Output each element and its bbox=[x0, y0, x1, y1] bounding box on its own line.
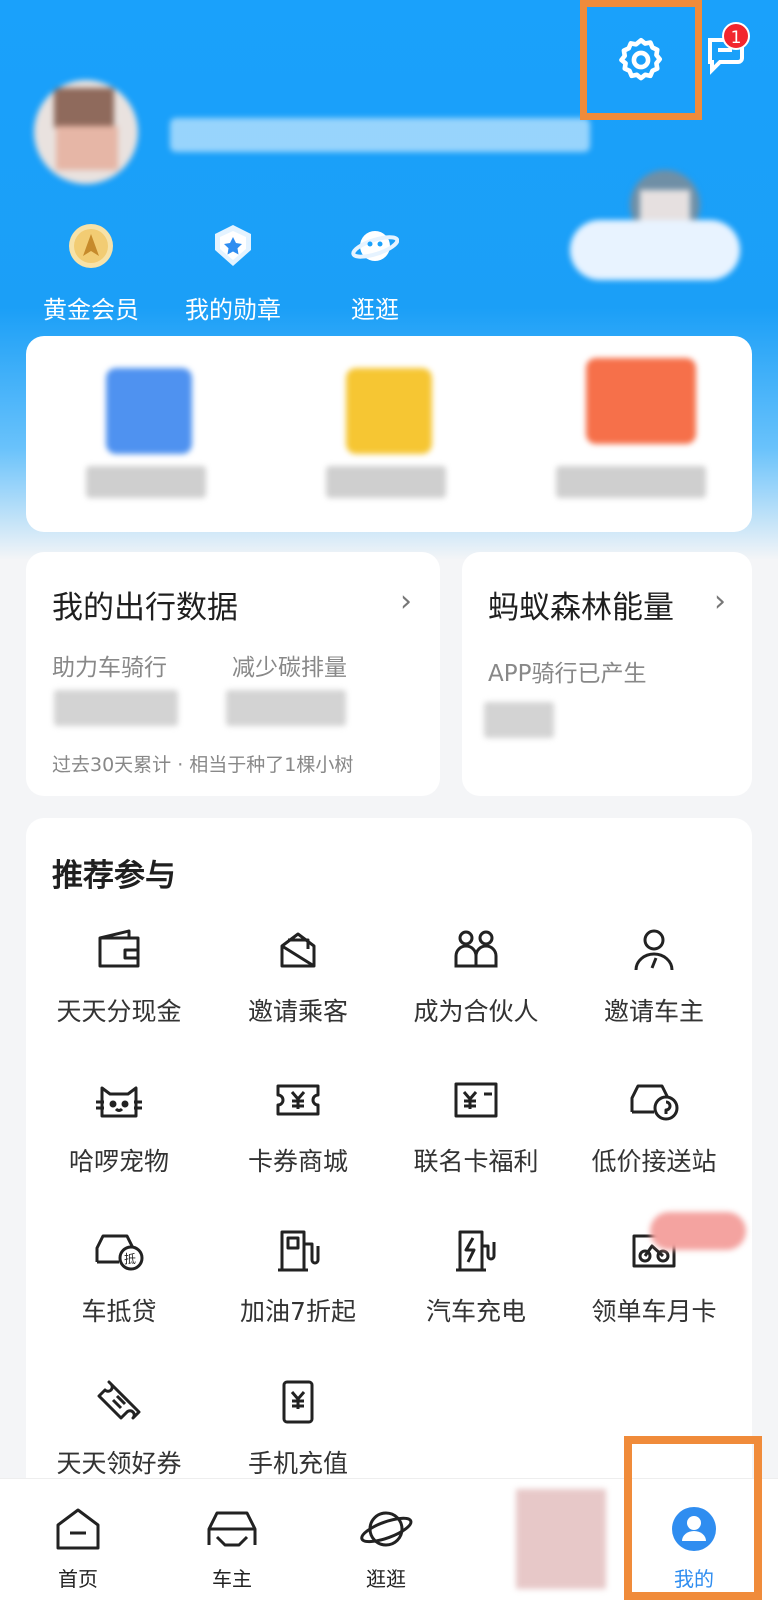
wallet-icon bbox=[98, 929, 140, 968]
travel-data-card[interactable]: 我的出行数据 › 助力车骑行 减少碳排量 过去30天累计 · 相当于种了1棵小树 bbox=[26, 552, 440, 796]
forest-energy-card[interactable]: 蚂蚁森林能量 › APP骑行已产生 bbox=[462, 552, 752, 796]
grid-item-car-loan[interactable]: 抵 车抵贷 bbox=[31, 1226, 207, 1328]
tab-explore[interactable]: 逛逛 bbox=[336, 1505, 436, 1592]
tab-home[interactable]: 首页 bbox=[28, 1505, 128, 1592]
forest-title: 蚂蚁森林能量 bbox=[488, 590, 674, 626]
grid-item-label: 车抵贷 bbox=[81, 1297, 157, 1326]
grid-item-daily-coupon[interactable]: 天天领好券 bbox=[31, 1378, 207, 1480]
service-tile-2-label bbox=[326, 466, 446, 498]
service-tile-3-icon[interactable] bbox=[586, 358, 696, 444]
promo-tab-redacted[interactable] bbox=[516, 1489, 606, 1589]
grid-item-coupon-mall[interactable]: 卡券商城 bbox=[210, 1076, 386, 1178]
recommend-title: 推荐参与 bbox=[52, 858, 176, 894]
card-icon bbox=[454, 1082, 498, 1118]
medal-label: 我的勋章 bbox=[185, 296, 281, 324]
grid-item-label: 汽车充电 bbox=[425, 1297, 526, 1326]
medal-icon bbox=[215, 225, 251, 266]
tab-label: 逛逛 bbox=[366, 1567, 406, 1591]
grid-item-label: 手机充值 bbox=[247, 1449, 348, 1478]
grid-item-pet[interactable]: 哈啰宠物 bbox=[31, 1076, 207, 1178]
planet-icon bbox=[360, 1511, 413, 1547]
grid-item-partner[interactable]: 成为合伙人 bbox=[388, 926, 564, 1028]
grid-item-label: 天天分现金 bbox=[56, 997, 182, 1026]
energy-value-redacted bbox=[484, 702, 554, 738]
tab-label: 首页 bbox=[58, 1567, 98, 1591]
ride-count-value-redacted bbox=[54, 690, 178, 726]
fuel-icon bbox=[278, 1230, 320, 1272]
explore-shortcut[interactable]: 逛逛 bbox=[310, 222, 440, 325]
car-icon bbox=[207, 1511, 257, 1547]
grid-item-label: 邀请车主 bbox=[603, 997, 704, 1026]
grid-item-label: 低价接送站 bbox=[591, 1147, 717, 1176]
chevron-right-icon: › bbox=[400, 584, 412, 619]
cat-icon bbox=[96, 1086, 142, 1118]
grid-item-cobrand-card[interactable]: 联名卡福利 bbox=[388, 1076, 564, 1178]
notification-badge: 1 bbox=[722, 22, 750, 50]
service-tile-3-label bbox=[556, 466, 706, 498]
grid-item-pickup-station[interactable]: 低价接送站 bbox=[566, 1076, 742, 1178]
grid-item-label: 加油7折起 bbox=[240, 1297, 356, 1326]
chevron-right-icon: › bbox=[714, 584, 726, 619]
coupon-icon bbox=[276, 1084, 320, 1116]
grid-item-label: 领单车月卡 bbox=[591, 1297, 717, 1326]
explore-label: 逛逛 bbox=[351, 296, 399, 324]
avatar[interactable] bbox=[34, 80, 138, 184]
planet-icon bbox=[351, 231, 400, 261]
driver-icon bbox=[634, 929, 674, 971]
gold-member-label: 黄金会员 bbox=[43, 296, 139, 324]
home-icon bbox=[56, 1508, 100, 1550]
car-station-icon bbox=[630, 1084, 679, 1121]
charging-icon bbox=[456, 1230, 496, 1272]
carbon-value-redacted bbox=[226, 690, 346, 726]
promo-tag-redacted bbox=[650, 1212, 746, 1250]
grid-item-fuel[interactable]: 加油7折起 bbox=[210, 1226, 386, 1328]
grid-item-label: 邀请乘客 bbox=[247, 997, 348, 1026]
active-tab-highlight bbox=[624, 1436, 762, 1600]
grid-item-label: 哈啰宠物 bbox=[68, 1147, 169, 1176]
gold-member-shortcut[interactable]: 黄金会员 bbox=[26, 222, 156, 325]
grid-item-phone-topup[interactable]: 手机充值 bbox=[210, 1378, 386, 1480]
ride-count-label: 助力车骑行 bbox=[52, 655, 167, 681]
settings-button[interactable] bbox=[580, 0, 702, 120]
envelope-icon bbox=[280, 932, 316, 968]
grid-item-invite-passenger[interactable]: 邀请乘客 bbox=[210, 926, 386, 1028]
user-name-redacted bbox=[170, 118, 590, 152]
ticket-icon bbox=[97, 1380, 141, 1420]
travel-footnote: 过去30天累计 · 相当于种了1棵小树 bbox=[52, 754, 354, 776]
gear-icon bbox=[619, 37, 663, 81]
services-card bbox=[26, 336, 752, 532]
grid-item-label: 卡券商城 bbox=[247, 1147, 348, 1176]
medal-shortcut[interactable]: 我的勋章 bbox=[168, 222, 298, 325]
gold-member-icon bbox=[69, 224, 113, 268]
travel-data-title: 我的出行数据 bbox=[52, 590, 238, 626]
mascot-illustration bbox=[570, 170, 740, 290]
grid-item-cash[interactable]: 天天分现金 bbox=[31, 926, 207, 1028]
tab-label: 车主 bbox=[212, 1567, 252, 1591]
partner-icon bbox=[454, 930, 498, 968]
phone-topup-icon bbox=[282, 1380, 314, 1424]
svg-text:抵: 抵 bbox=[124, 1252, 136, 1266]
grid-item-ev-charging[interactable]: 汽车充电 bbox=[388, 1226, 564, 1328]
grid-item-label: 成为合伙人 bbox=[413, 997, 539, 1026]
grid-item-label: 联名卡福利 bbox=[413, 1147, 539, 1176]
forest-subtitle: APP骑行已产生 bbox=[488, 661, 647, 687]
service-tile-1-label bbox=[86, 466, 206, 498]
grid-item-invite-driver[interactable]: 邀请车主 bbox=[566, 926, 742, 1028]
service-tile-2-icon[interactable] bbox=[346, 368, 432, 454]
service-tile-1-icon[interactable] bbox=[106, 368, 192, 454]
grid-item-label: 天天领好券 bbox=[56, 1449, 182, 1478]
car-loan-icon: 抵 bbox=[95, 1234, 144, 1271]
carbon-reduction-label: 减少碳排量 bbox=[232, 655, 347, 681]
tab-driver[interactable]: 车主 bbox=[182, 1505, 282, 1592]
